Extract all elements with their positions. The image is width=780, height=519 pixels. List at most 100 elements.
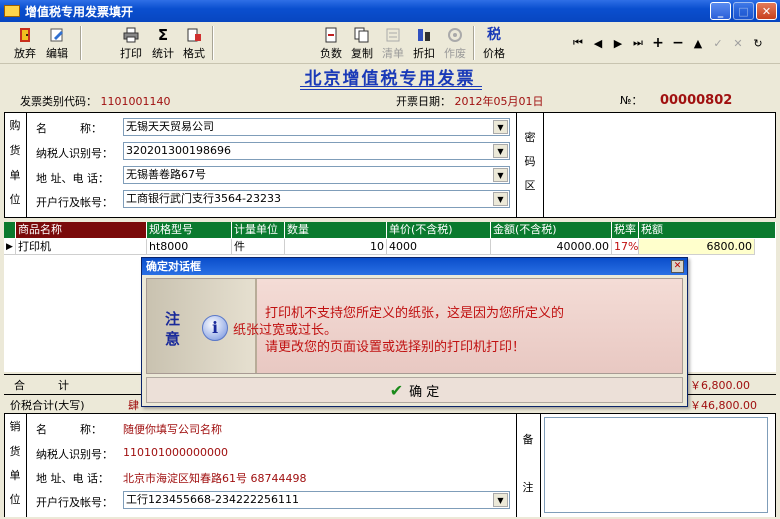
col-header-unit-price[interactable]: 单价(不含税) <box>387 222 491 238</box>
copy-button[interactable]: 复制 <box>347 25 377 61</box>
total-value: ￥46,800.00 <box>690 399 757 412</box>
price-label: 价格 <box>483 47 505 60</box>
discount-button[interactable]: 折扣 <box>409 25 439 61</box>
app-icon <box>4 5 20 17</box>
buyer-name-value: 无锡天天贸易公司 <box>126 120 214 133</box>
seller-addr-value: 北京市海淀区知春路61号 68744498 <box>123 472 307 485</box>
remark-textarea[interactable] <box>544 417 768 513</box>
next-record-icon[interactable]: ▶ <box>610 36 626 50</box>
dialog-close-icon[interactable]: ✕ <box>671 260 684 273</box>
code-area-label-2: 码 <box>524 155 536 168</box>
confirm-dialog: 确定对话框 ✕ 注意 i 打印机不支持您所定义的纸张，这是因为您所定义的 纸张过… <box>141 257 688 407</box>
discard-label: 放弃 <box>14 47 36 60</box>
invoice-number-value: 00000802 <box>659 93 733 108</box>
first-record-icon[interactable]: ⏮ <box>570 36 586 50</box>
void-label: 作废 <box>444 47 466 60</box>
chevron-down-icon[interactable]: ▼ <box>493 192 508 206</box>
chevron-down-icon[interactable]: ▼ <box>493 493 508 507</box>
grid-corner <box>4 222 16 238</box>
copy-label: 复制 <box>351 47 373 60</box>
info-icon: i <box>202 315 228 341</box>
format-icon <box>187 28 201 42</box>
invoice-date: 开票日期： 2012年05月01日 <box>396 93 544 109</box>
seller-bank-combo[interactable]: 工行123455668-234222256111 ▼ <box>123 491 510 509</box>
cell-tax-rate[interactable]: 17% <box>612 239 639 255</box>
format-button[interactable]: 格式 <box>179 25 209 61</box>
cell-unit[interactable]: 件 <box>232 239 285 255</box>
seller-addr-label: 地 址、电 话： <box>36 472 109 485</box>
cell-tax[interactable]: 6800.00 <box>639 239 755 255</box>
seller-side-label-4: 位 <box>9 493 21 506</box>
tax-icon: 税 <box>487 27 501 43</box>
up-record-icon[interactable]: ▲ <box>690 36 706 50</box>
invoice-code-label: 发票类别代码： <box>20 95 97 108</box>
prev-record-icon[interactable]: ◀ <box>590 36 606 50</box>
seller-side-label-2: 货 <box>9 445 21 458</box>
seller-side-label-3: 单 <box>9 469 21 482</box>
remark-label-2: 注 <box>522 481 534 494</box>
dialog-ok-button[interactable]: ✔ 确 定 <box>146 377 683 403</box>
edit-button[interactable]: 编辑 <box>42 25 72 61</box>
minimize-button[interactable]: _ <box>710 2 731 20</box>
negative-button[interactable]: 负数 <box>316 25 346 61</box>
chevron-down-icon[interactable]: ▼ <box>493 120 508 134</box>
buyer-addr-combo[interactable]: 无锡善卷路67号 ▼ <box>123 166 510 184</box>
dialog-title-bar: 确定对话框 ✕ <box>142 258 687 275</box>
dialog-message-line1: 打印机不支持您所定义的纸张，这是因为您所定义的 <box>265 306 565 321</box>
cell-name[interactable]: 打印机 <box>16 239 147 255</box>
buyer-name-label: 名 称： <box>36 122 102 135</box>
price-button[interactable]: 税 价格 <box>479 25 509 61</box>
col-header-amount[interactable]: 金额(不含税) <box>491 222 612 238</box>
window-title: 增值税专用发票填开 <box>25 4 134 19</box>
col-header-qty[interactable]: 数量 <box>285 222 387 238</box>
title-bar: 增值税专用发票填开 _ □ ✕ <box>0 0 780 22</box>
cell-amount[interactable]: 40000.00 <box>491 239 612 255</box>
seller-bank-label: 开户行及帐号： <box>36 496 113 509</box>
confirm-record-icon: ✓ <box>713 36 723 50</box>
buyer-bank-combo[interactable]: 工商银行武门支行3564-23233 ▼ <box>123 190 510 208</box>
chevron-down-icon[interactable]: ▼ <box>493 144 508 158</box>
col-header-unit[interactable]: 计量单位 <box>232 222 285 238</box>
close-button[interactable]: ✕ <box>756 2 777 20</box>
buyer-addr-label: 地 址、电 话： <box>36 172 109 185</box>
stats-label: 统计 <box>152 47 174 60</box>
stats-button[interactable]: Σ 统计 <box>148 25 178 61</box>
dialog-message-line3: 请更改您的页面设置或选择别的打印机打印！ <box>265 340 526 355</box>
door-icon <box>20 28 30 42</box>
list-icon <box>386 28 400 42</box>
code-area-label-3: 区 <box>524 179 536 192</box>
invoice-date-value: 2012年05月01日 <box>454 95 544 108</box>
invoice-number-label: №： <box>620 94 643 107</box>
negative-invoice-icon <box>325 27 337 43</box>
buyer-side-label-3: 单 <box>9 169 21 182</box>
clear-list-label: 清单 <box>382 47 404 60</box>
buyer-name-combo[interactable]: 无锡天天贸易公司 ▼ <box>123 118 510 136</box>
print-button[interactable]: 打印 <box>116 25 146 61</box>
last-record-icon[interactable]: ⏭ <box>630 36 646 50</box>
chevron-down-icon[interactable]: ▼ <box>493 168 508 182</box>
negative-label: 负数 <box>320 47 342 60</box>
delete-record-icon[interactable]: − <box>670 35 686 51</box>
row-pointer-icon: ▶ <box>4 239 16 255</box>
refresh-record-icon[interactable]: ↻ <box>750 36 766 50</box>
cell-unit-price[interactable]: 4000 <box>387 239 491 255</box>
checkmark-icon: ✔ <box>389 380 404 400</box>
col-header-tax[interactable]: 税额 <box>639 222 776 238</box>
discard-button[interactable]: 放弃 <box>10 25 40 61</box>
col-header-tax-rate[interactable]: 税率 <box>612 222 639 238</box>
edit-icon <box>50 28 63 42</box>
col-header-name[interactable]: 商品名称 <box>16 222 147 238</box>
seller-bank-value: 工行123455668-234222256111 <box>126 493 299 506</box>
print-label: 打印 <box>120 47 142 60</box>
printer-icon <box>123 27 139 43</box>
toolbar: 放弃 编辑 打印 Σ 统计 格式 负数 复制 清单 折扣 作废 税 价格 ⏮ ◀… <box>0 22 780 64</box>
cell-spec[interactable]: ht8000 <box>147 239 232 255</box>
total-label: 价税合计(大写) <box>10 399 85 412</box>
buyer-bank-value: 工商银行武门支行3564-23233 <box>126 192 281 205</box>
add-record-icon[interactable]: + <box>650 35 666 51</box>
buyer-taxid-combo[interactable]: 320201300198696 ▼ <box>123 142 510 160</box>
cell-qty[interactable]: 10 <box>285 239 387 255</box>
col-header-spec[interactable]: 规格型号 <box>147 222 232 238</box>
clear-list-button: 清单 <box>378 25 408 61</box>
seller-name-value: 随便你填写公司名称 <box>123 423 222 436</box>
